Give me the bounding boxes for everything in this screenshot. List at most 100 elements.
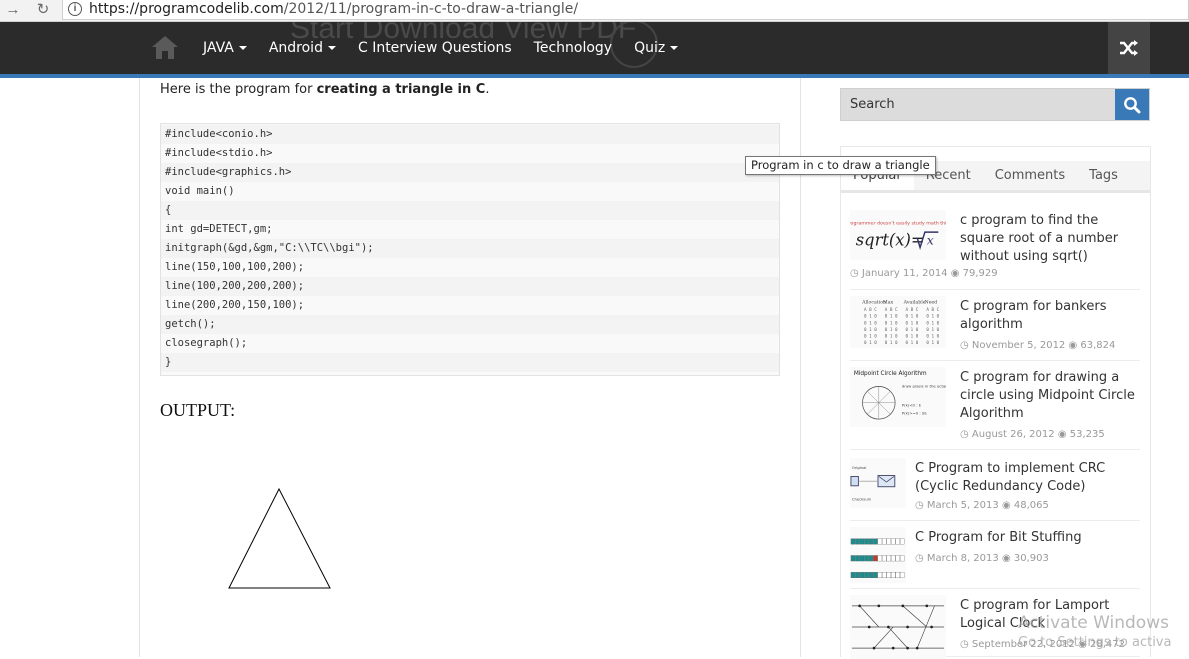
post-date: January 11, 2014: [861, 268, 948, 279]
clock-icon: ◷: [960, 429, 969, 440]
svg-text:Max: Max: [883, 300, 894, 306]
svg-text:0 1 0: 0 1 0: [864, 314, 877, 320]
forward-icon[interactable]: →: [2, 0, 24, 20]
site-navbar: Start Download View PDF JAVA Android C Int…: [0, 22, 1189, 78]
caret-down-icon: [670, 46, 679, 50]
code-line: initgraph(&gd,&gm,"C:\\TC\\bgi");: [161, 239, 779, 258]
code-line: #include<conio.h>: [161, 125, 779, 144]
code-line: line(150,100,100,200);: [165, 261, 305, 273]
post-views: 79,929: [962, 268, 998, 279]
nav-item-label: Quiz: [634, 40, 666, 56]
tab-comments[interactable]: Comments: [983, 161, 1077, 190]
code-line: #include<stdio.h>: [165, 147, 273, 159]
post-date: August 26, 2012: [971, 429, 1055, 440]
eye-icon: ◉: [1068, 340, 1078, 351]
svg-text:0 1 0: 0 1 0: [885, 327, 898, 333]
intro-prefix: Here is the program for: [160, 82, 317, 97]
info-icon[interactable]: i: [68, 2, 82, 16]
svg-text:A B C: A B C: [864, 307, 877, 313]
home-icon[interactable]: [150, 34, 180, 60]
clock-icon: ◷: [850, 268, 859, 279]
post-thumbnail[interactable]: Midpoint Circle Algorithm draw pixels in …: [850, 367, 946, 427]
search-input[interactable]: [841, 89, 1117, 120]
link-tooltip: Program in c to draw a triangle: [745, 156, 936, 175]
nav-item-label: JAVA: [203, 40, 234, 56]
post-thumbnail[interactable]: [850, 595, 946, 659]
post-title-link[interactable]: C Program to implement CRC (Cyclic Redun…: [915, 460, 1137, 496]
clock-icon: ◷: [960, 340, 969, 351]
watermark-line1: Activate Windows: [1018, 613, 1169, 633]
windows-activation-watermark: Activate Windows Go to Settings to activ…: [1018, 613, 1171, 650]
nav-item-android[interactable]: Android: [258, 22, 347, 74]
post-date: November 5, 2012: [971, 340, 1066, 351]
post-views: 30,903: [1013, 553, 1049, 564]
nav-item-c-interview-questions[interactable]: C Interview Questions: [347, 22, 523, 74]
post-meta: ◷ March 5, 2013 ◉ 48,065: [915, 500, 1049, 511]
svg-text:0 1 0: 0 1 0: [926, 340, 939, 346]
nav-item-quiz[interactable]: Quiz: [623, 22, 689, 74]
output-triangle-image: [228, 487, 331, 589]
popular-post-item: Allocation Max Available Need A B CA B CA B …: [850, 290, 1140, 361]
eye-icon: ◉: [1001, 500, 1011, 511]
code-line: line(100,200,200,200);: [161, 277, 779, 296]
post-views: 48,065: [1013, 500, 1049, 511]
post-title-link[interactable]: C program for drawing a circle using Mid…: [960, 369, 1142, 423]
post-meta: ◷ August 26, 2012 ◉ 53,235: [960, 429, 1105, 440]
url-field[interactable]: i https://programcodelib.com/2012/11/pro…: [62, 0, 1189, 20]
code-line: closegraph();: [165, 337, 248, 349]
url-text: https://programcodelib.com/2012/11/progr…: [89, 1, 578, 17]
intro-text: Here is the program for creating a trian…: [160, 82, 489, 97]
svg-text:0 1 0: 0 1 0: [906, 314, 919, 320]
main-menu: JAVA Android C Interview Questions Technolo…: [192, 22, 689, 74]
reload-icon[interactable]: ↻: [32, 0, 54, 20]
post-meta: ◷ January 11, 2014 ◉ 79,929: [850, 268, 998, 279]
svg-text:0 1 0: 0 1 0: [864, 334, 877, 340]
svg-text:P(k)>=0 : SE: P(k)>=0 : SE: [902, 410, 928, 415]
eye-icon: ◉: [1057, 429, 1067, 440]
nav-item-java[interactable]: JAVA: [192, 22, 258, 74]
post-thumbnail[interactable]: Original Checksum: [850, 458, 906, 508]
svg-text:0 1 0: 0 1 0: [926, 320, 939, 326]
svg-text:0 1 0: 0 1 0: [906, 340, 919, 346]
svg-text:0 1 0: 0 1 0: [864, 327, 877, 333]
post-thumbnail[interactable]: Allocation Max Available Need A B CA B CA B …: [850, 296, 946, 348]
watermark-line2: Go to Settings to activa: [1018, 635, 1172, 650]
svg-text:A B C: A B C: [926, 307, 939, 313]
svg-text:0 1 0: 0 1 0: [885, 314, 898, 320]
search-box: [840, 88, 1150, 121]
output-heading: OUTPUT:: [160, 400, 236, 420]
post-thumbnail[interactable]: A Programmer doesn't easily study math t…: [850, 210, 946, 260]
svg-text:0 1 0: 0 1 0: [864, 340, 877, 346]
popular-post-item: Original Checksum C Program to implement C…: [850, 450, 1140, 521]
random-post-button[interactable]: [1108, 22, 1150, 74]
svg-text:Original: Original: [852, 466, 867, 470]
shuffle-icon: [1120, 40, 1138, 56]
popular-post-item: A Programmer doesn't easily study math t…: [850, 198, 1140, 290]
code-line: line(200,200,150,100);: [165, 299, 305, 311]
caret-down-icon: [238, 46, 247, 50]
code-line: }: [161, 353, 779, 372]
browser-address-bar: → ↻ i https://programcodelib.com/2012/11…: [0, 0, 1189, 22]
svg-text:P(k)<0 : E: P(k)<0 : E: [902, 403, 922, 408]
svg-text:0 1 0: 0 1 0: [864, 320, 877, 326]
post-title-link[interactable]: C Program for Bit Stuffing: [915, 529, 1137, 547]
search-icon: [1124, 96, 1141, 113]
post-views: 63,824: [1080, 340, 1116, 351]
post-title-link[interactable]: C program for bankers algorithm: [960, 298, 1140, 334]
tab-tags[interactable]: Tags: [1077, 161, 1130, 190]
svg-text:0 1 0: 0 1 0: [885, 334, 898, 340]
post-title-link[interactable]: c program to find the square root of a n…: [960, 212, 1140, 266]
svg-text:A B C: A B C: [885, 307, 898, 313]
post-date: March 5, 2013: [926, 500, 999, 511]
svg-text:Available: Available: [903, 300, 926, 306]
search-button[interactable]: [1115, 89, 1149, 120]
code-line: int gd=DETECT,gm;: [165, 223, 273, 235]
svg-text:0 1 0: 0 1 0: [926, 314, 939, 320]
code-line: #include<graphics.h>: [161, 163, 779, 182]
svg-text:A Programmer doesn't easily st: A Programmer doesn't easily study math t…: [850, 220, 946, 226]
post-thumbnail[interactable]: [850, 527, 906, 583]
svg-text:Need: Need: [924, 300, 937, 306]
nav-item-technology[interactable]: Technology: [523, 22, 623, 74]
svg-text:0 1 0: 0 1 0: [926, 334, 939, 340]
code-line: getch();: [161, 315, 779, 334]
